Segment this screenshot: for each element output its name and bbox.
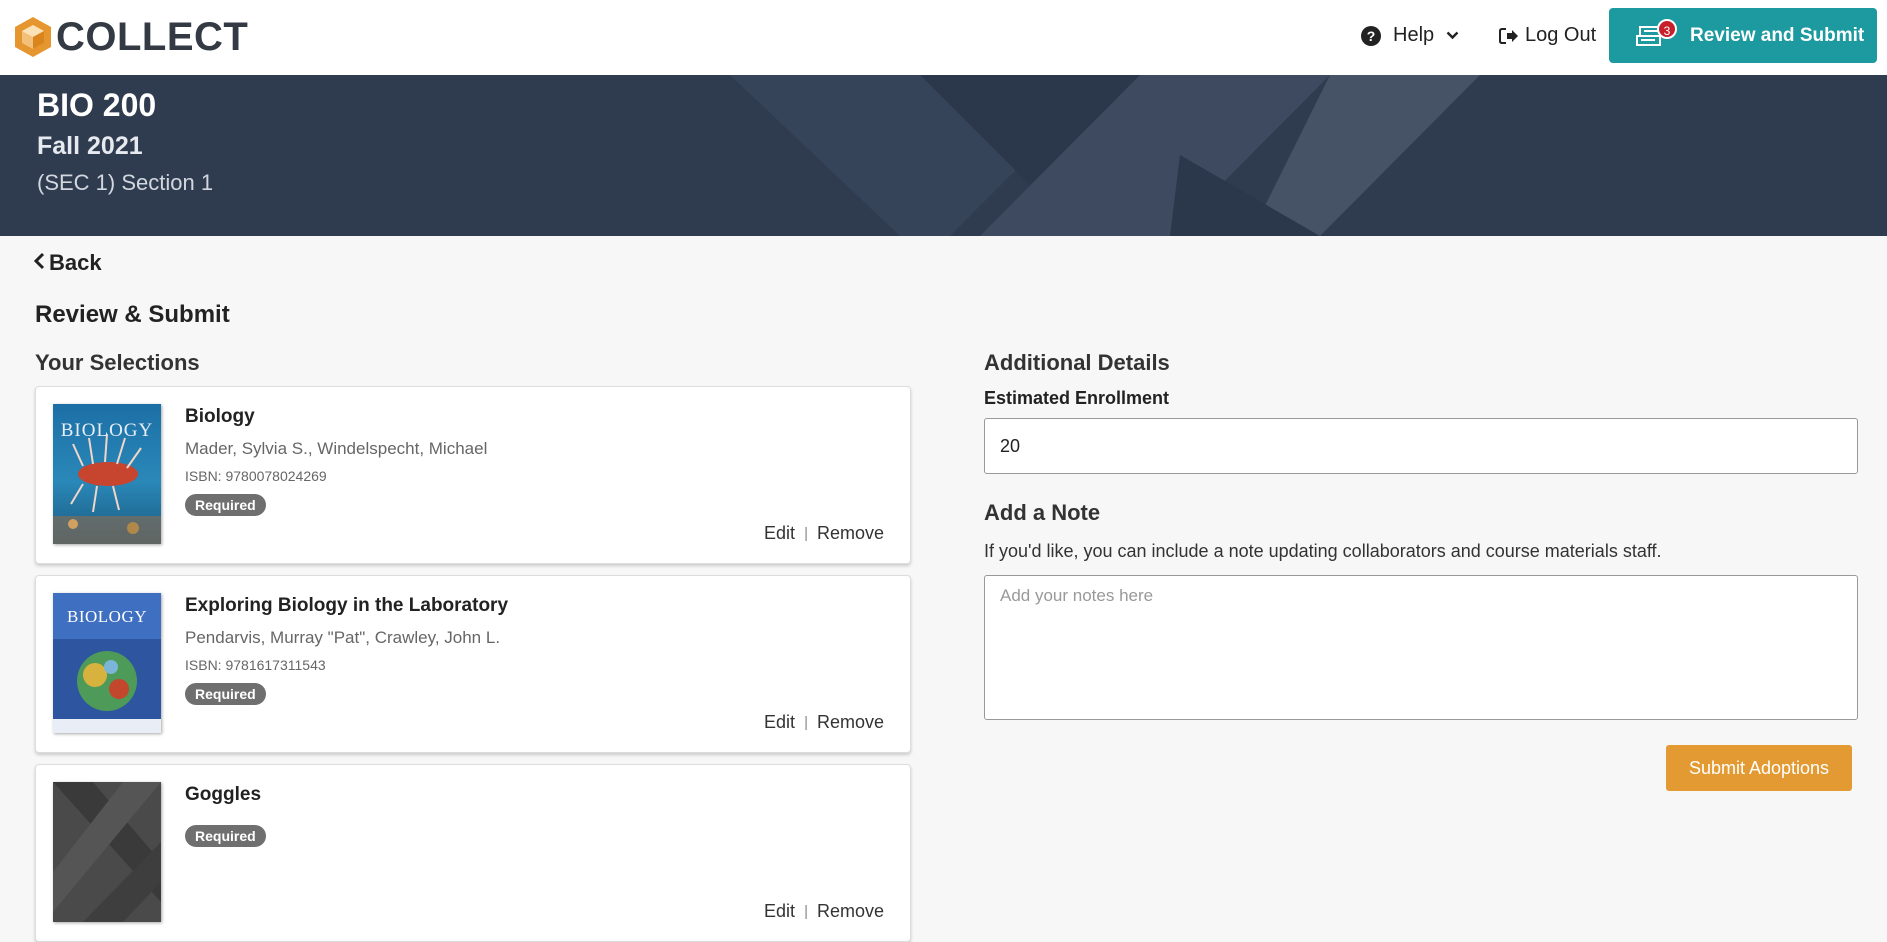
note-description: If you'd like, you can include a note up… (984, 541, 1662, 561)
selection-actions: Edit | Remove (764, 523, 884, 544)
required-badge: Required (185, 825, 266, 847)
book-cover: BIOLOGY (53, 404, 161, 544)
course-section: (SEC 1) Section 1 (37, 170, 214, 195)
back-link[interactable]: Back (33, 250, 102, 276)
help-label: Help (1393, 24, 1435, 46)
required-badge: Required (185, 683, 266, 705)
review-and-submit-label: Review and Submit (1690, 25, 1865, 46)
course-term: Fall 2021 (37, 132, 143, 160)
selection-title[interactable]: Biology (185, 406, 255, 428)
sign-out-icon (1499, 27, 1518, 44)
cart-count-badge: 3 (1657, 19, 1677, 39)
chevron-left-icon (33, 252, 45, 275)
additional-details-heading: Additional Details (984, 350, 1170, 375)
selection-actions: Edit | Remove (764, 901, 884, 922)
edit-link[interactable]: Edit (764, 901, 795, 922)
selection-title[interactable]: Goggles (185, 784, 261, 806)
banner-pattern (730, 75, 1480, 236)
note-textarea[interactable]: Add your notes here (984, 575, 1858, 720)
selection-isbn: ISBN: 9780078024269 (185, 468, 327, 484)
collect-logo[interactable]: COLLECT (14, 16, 248, 58)
cover-title: BIOLOGY (60, 420, 154, 441)
placeholder-cover (53, 782, 161, 922)
logo-text: COLLECT (56, 15, 249, 59)
selection-card: Goggles Required Edit | Remove (35, 764, 911, 942)
selection-card: BIOLOGY Biology Mader, Sylvia S., Windel… (35, 386, 911, 564)
selection-isbn: ISBN: 9781617311543 (185, 657, 326, 673)
enrollment-input[interactable]: 20 (984, 418, 1858, 474)
logout-label: Log Out (1525, 24, 1597, 46)
page-title: Review & Submit (35, 301, 230, 328)
action-separator: | (804, 525, 808, 542)
selection-title[interactable]: Exploring Biology in the Laboratory (185, 595, 508, 617)
enrollment-label: Estimated Enrollment (984, 388, 1170, 408)
hexagon-logo-icon (15, 17, 51, 57)
question-circle-icon: ? (1361, 25, 1381, 46)
logout-link[interactable]: Log Out (1499, 24, 1596, 47)
remove-link[interactable]: Remove (817, 901, 884, 922)
top-navigation-bar: COLLECT ? Help Log Out 3 Review and Subm… (0, 0, 1887, 75)
cover-title: BIOLOGY (67, 607, 147, 626)
chevron-down-icon (1446, 28, 1459, 43)
selection-authors: Mader, Sylvia S., Windelspecht, Michael (185, 439, 488, 458)
remove-link[interactable]: Remove (817, 523, 884, 544)
note-heading: Add a Note (984, 500, 1101, 525)
action-separator: | (804, 714, 808, 731)
course-banner: BIO 200 Fall 2021 (SEC 1) Section 1 (0, 75, 1887, 236)
edit-link[interactable]: Edit (764, 712, 795, 733)
help-menu[interactable]: ? Help (1361, 24, 1459, 47)
book-cover: BIOLOGY (53, 593, 161, 733)
back-label: Back (49, 250, 102, 275)
remove-link[interactable]: Remove (817, 712, 884, 733)
selections-heading: Your Selections (35, 350, 200, 375)
submit-adoptions-button[interactable]: Submit Adoptions (1666, 745, 1852, 791)
review-and-submit-button[interactable]: 3 Review and Submit (1609, 8, 1877, 63)
action-separator: | (804, 903, 808, 920)
selection-actions: Edit | Remove (764, 712, 884, 733)
course-code: BIO 200 (37, 87, 157, 123)
selection-authors: Pendarvis, Murray "Pat", Crawley, John L… (185, 628, 501, 647)
required-badge: Required (185, 494, 266, 516)
edit-link[interactable]: Edit (764, 523, 795, 544)
selection-card: BIOLOGY Exploring Biology in the Laborat… (35, 575, 911, 753)
